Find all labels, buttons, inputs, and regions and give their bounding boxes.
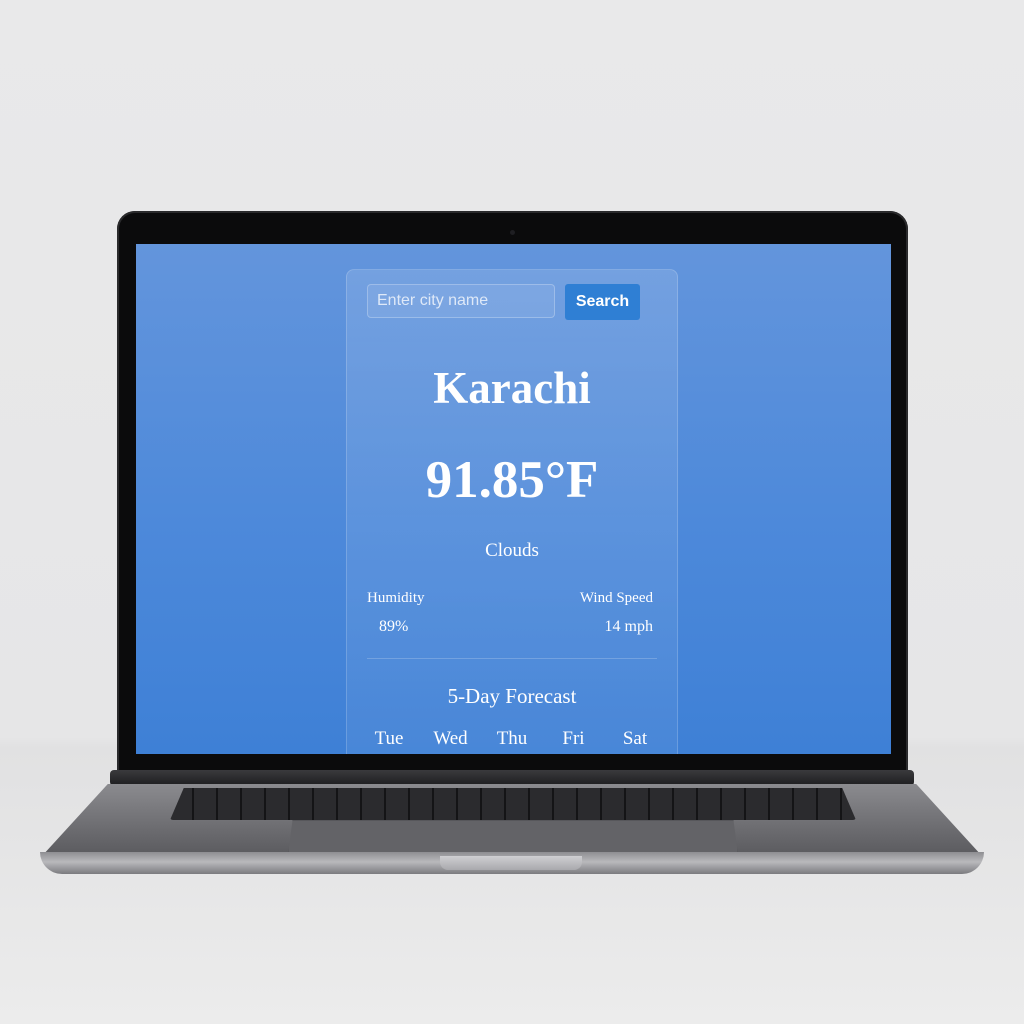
forecast-days: Tue Wed Thu Fri Sat xyxy=(359,728,665,750)
forecast-day: Tue xyxy=(374,728,404,749)
lid-notch xyxy=(440,856,582,870)
humidity-label: Humidity xyxy=(367,590,425,606)
city-search-input[interactable] xyxy=(367,284,555,318)
humidity-value: 89% xyxy=(379,618,409,635)
forecast-day: Wed xyxy=(433,728,468,749)
camera-icon xyxy=(510,230,515,235)
trackpad xyxy=(288,820,738,855)
wind-speed-value: 14 mph xyxy=(604,618,653,635)
forecast-day: Thu xyxy=(496,728,528,749)
search-bar: Search xyxy=(367,284,640,320)
forecast-title: 5-Day Forecast xyxy=(447,684,577,708)
keyboard xyxy=(170,788,856,820)
forecast-day: Fri xyxy=(562,728,585,749)
city-name: Karachi xyxy=(433,363,591,413)
laptop-hinge xyxy=(110,770,914,786)
search-button[interactable]: Search xyxy=(565,284,640,320)
laptop-screen: Search Karachi 91.85°F Clouds Humidity 8… xyxy=(136,244,891,754)
temperature-value: 91.85°F xyxy=(425,451,599,509)
laptop-lid: Search Karachi 91.85°F Clouds Humidity 8… xyxy=(117,211,908,786)
divider xyxy=(367,658,657,659)
wind-speed-label: Wind Speed xyxy=(579,590,653,606)
weather-condition: Clouds xyxy=(485,540,539,561)
forecast-day: Sat xyxy=(622,728,648,749)
weather-card: Search Karachi 91.85°F Clouds Humidity 8… xyxy=(346,269,678,754)
